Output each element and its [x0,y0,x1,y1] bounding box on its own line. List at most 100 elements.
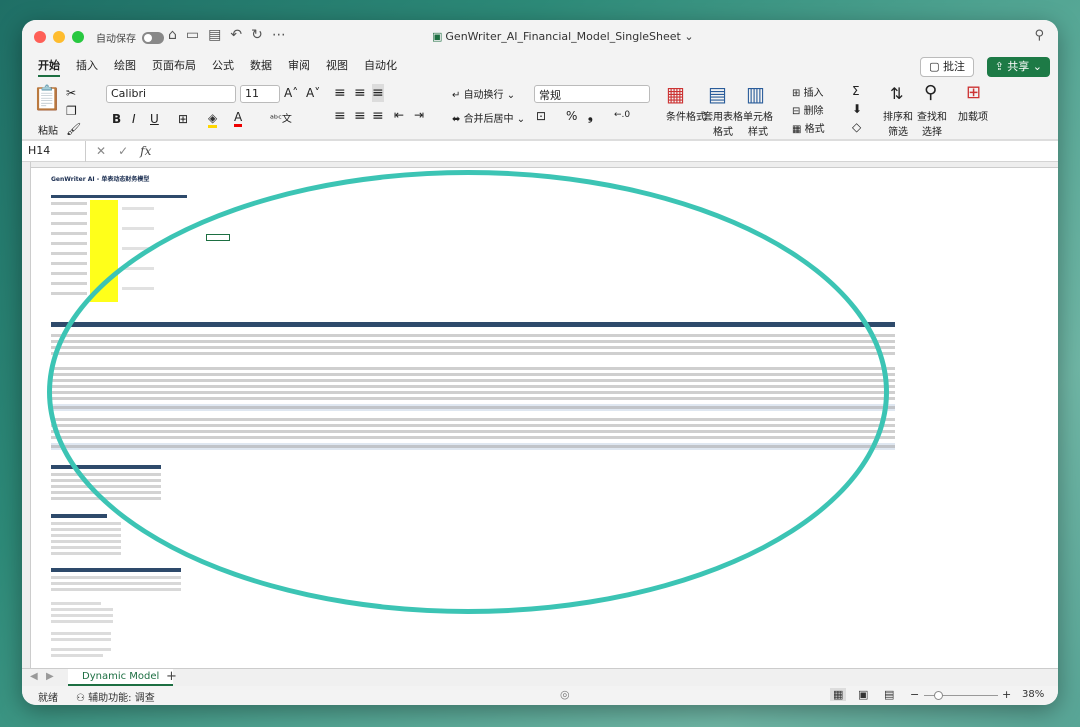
find-select-label[interactable]: 查找和选择 [914,108,950,138]
clear-icon[interactable]: ◇ [852,120,861,134]
align-right-icon[interactable]: ≡ [372,108,384,124]
home-icon[interactable]: ⌂ [168,27,177,43]
addins-label[interactable]: 加载项 [958,108,988,123]
comma-icon[interactable]: ❟ [588,109,593,124]
addins-icon[interactable]: ⊞ [966,82,981,103]
share-button[interactable]: ⇪ 共享 ⌄ [986,57,1050,77]
sheet-tabs-bar: ◀ ▶ Dynamic Model + [22,668,1058,686]
cell-style-icon[interactable]: ▥ [746,82,765,106]
notes-text [51,614,113,617]
find-select-icon[interactable]: ⚲ [924,82,937,103]
input-labels [51,212,87,215]
align-left-icon[interactable]: ≡ [334,108,346,124]
minimize-window-button[interactable] [53,31,65,43]
zoom-out-icon[interactable]: − [910,688,919,701]
borders-icon[interactable]: ⊞ [178,112,188,126]
page-layout-icon[interactable]: ▣ [858,688,868,701]
format-icon: ▦ [792,124,805,135]
tab-page-layout[interactable]: 页面布局 [144,54,204,80]
table-format-label[interactable]: 套用表格格式 [702,108,744,138]
row-headers[interactable] [22,162,31,668]
search-icon[interactable]: ⚲ [1034,28,1044,43]
decrease-font-icon[interactable]: A˅ [306,86,320,100]
phonetic-icon[interactable]: ᵃᵇᶜ文 [270,110,292,125]
format-painter-icon[interactable]: 🖌 [66,122,81,136]
cell-style-label[interactable]: 单元格样式 [742,108,774,138]
record-icon[interactable]: ◎ [560,688,570,701]
close-window-button[interactable] [34,31,46,43]
tab-home[interactable]: 开始 [30,54,68,80]
tab-view[interactable]: 视图 [318,54,356,80]
number-format-select[interactable]: 常规 [534,85,650,103]
fill-color-icon[interactable]: ◈ [208,111,218,128]
fill-icon[interactable]: ⬇ [852,102,862,116]
more-icon[interactable]: ⋯ [272,27,286,43]
comment-button[interactable]: ▢ 批注 [920,57,974,77]
paste-icon[interactable]: 📋 [32,84,62,112]
copy-icon[interactable]: ❐ [66,104,77,118]
align-middle-icon[interactable]: ≡ [354,84,366,102]
align-top-icon[interactable]: ≡ [334,84,346,102]
bold-icon[interactable]: B [112,112,121,126]
cancel-icon[interactable]: ✕ [96,144,106,158]
autosave-toggle[interactable] [142,31,164,44]
cut-icon[interactable]: ✂ [66,86,76,100]
name-box[interactable]: H14 [22,141,86,162]
tab-automate[interactable]: 自动化 [356,54,405,80]
paste-label[interactable]: 粘贴 [38,122,58,137]
merge-center-button[interactable]: ⬌ 合并后居中 ⌄ [452,110,525,125]
redo-icon[interactable]: ↻ [251,27,263,43]
formula-input[interactable] [162,141,1058,162]
undo-icon[interactable]: ↶ [230,27,242,43]
indent-increase-icon[interactable]: ⇥ [414,108,424,122]
decimal-icon[interactable]: ←.0 [614,110,630,120]
page-break-icon[interactable]: ▤ [884,688,894,701]
save-icon[interactable]: ▭ [186,27,199,43]
insert-cells-button[interactable]: ⊞ 插入 [792,84,824,99]
table-format-icon[interactable]: ▤ [708,82,727,106]
autosave[interactable]: 自动保存 [96,30,164,45]
indent-decrease-icon[interactable]: ⇤ [394,108,404,122]
font-name-select[interactable]: Calibri [106,85,236,103]
delete-cells-button[interactable]: ⊟ 删除 [792,102,824,117]
align-center-icon[interactable]: ≡ [354,108,366,124]
conditional-format-label[interactable]: 条件格式 [666,108,706,123]
tab-data[interactable]: 数据 [242,54,280,80]
normal-view-icon[interactable]: ▦ [830,688,847,701]
tab-draw[interactable]: 绘图 [106,54,144,80]
format-cells-button[interactable]: ▦ 格式 [792,120,825,135]
formula-controls: ✕ ✓ fx [96,144,151,158]
accessibility-status[interactable]: ⚇ 辅助功能: 调查 [76,689,155,704]
currency-icon[interactable]: ⊡ [536,109,546,123]
enter-icon[interactable]: ✓ [118,144,128,158]
font-size-select[interactable]: 11 [240,85,280,103]
highlight-ellipse [47,170,889,614]
tab-formulas[interactable]: 公式 [204,54,242,80]
tab-review[interactable]: 审阅 [280,54,318,80]
prev-sheet-icon[interactable]: ◀ [30,671,38,682]
italic-icon[interactable]: I [132,112,136,126]
align-bottom-icon[interactable]: ≡ [372,84,384,102]
wrap-text-button[interactable]: ↵ 自动换行 ⌄ [452,86,515,101]
font-color-icon[interactable]: A [234,110,243,127]
next-sheet-icon[interactable]: ▶ [46,671,54,682]
zoom-level[interactable]: 38% [1022,689,1044,700]
zoom-in-icon[interactable]: + [1002,688,1011,701]
conditional-format-icon[interactable]: ▦ [666,82,685,106]
add-sheet-button[interactable]: + [166,669,177,684]
save-as-icon[interactable]: ▤ [208,27,221,43]
column-headers[interactable] [22,162,1058,168]
document-title[interactable]: ▣ GenWriter_AI_Financial_Model_SingleShee… [432,30,694,43]
sort-filter-label[interactable]: 排序和筛选 [880,108,916,138]
increase-font-icon[interactable]: A˄ [284,86,298,100]
underline-icon[interactable]: U [150,112,159,126]
percent-icon[interactable]: % [566,109,577,123]
autosum-icon[interactable]: Σ [852,84,860,98]
sort-filter-icon[interactable]: ⇅ [890,84,903,103]
share-icon: ⇪ [994,60,1008,73]
maximize-window-button[interactable] [72,31,84,43]
zoom-slider-thumb[interactable] [934,691,943,700]
fx-label[interactable]: fx [140,144,151,158]
tab-insert[interactable]: 插入 [68,54,106,80]
sheet-tab-dynamic-model[interactable]: Dynamic Model [68,669,174,686]
